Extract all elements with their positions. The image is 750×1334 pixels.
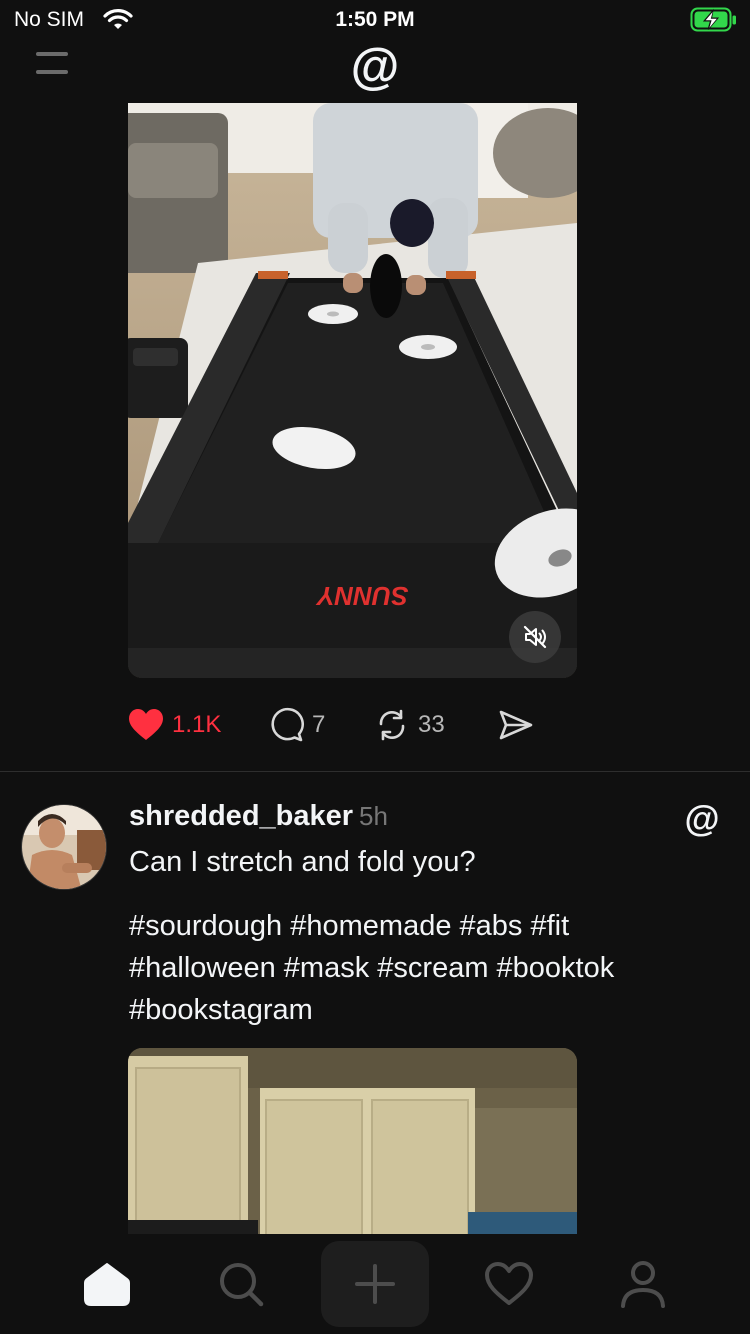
speaker-muted-icon xyxy=(523,625,547,649)
reply-button[interactable]: 7 xyxy=(268,700,325,750)
tab-profile[interactable] xyxy=(588,1234,698,1334)
repost-count: 33 xyxy=(418,711,445,738)
tab-home[interactable] xyxy=(52,1234,162,1334)
kitchen-video-frame xyxy=(128,1048,577,1238)
hashtag-link[interactable]: #abs xyxy=(460,910,523,942)
post-video[interactable]: SUNNY xyxy=(128,103,577,678)
hashtag-link[interactable]: #fit xyxy=(530,910,569,942)
status-bar: No SIM 1:50 PM xyxy=(0,0,750,42)
hamburger-icon[interactable] xyxy=(36,52,70,76)
hashtag-link[interactable]: #booktok xyxy=(497,952,615,984)
avatar[interactable] xyxy=(21,804,107,890)
hashtag-link[interactable]: #mask xyxy=(284,952,369,984)
svg-text:@: @ xyxy=(684,800,719,838)
hashtag-link[interactable]: #bookstagram xyxy=(129,994,313,1026)
username-link[interactable]: shredded_baker xyxy=(129,800,353,832)
threads-logo-icon[interactable]: @ xyxy=(350,40,400,92)
hashtag-list: #sourdough #homemade #abs #fit #hallowee… xyxy=(129,905,719,1031)
reply-count: 7 xyxy=(312,711,326,738)
like-button[interactable]: 1.1K xyxy=(128,700,221,750)
heart-filled-icon xyxy=(129,709,163,740)
tab-search[interactable] xyxy=(186,1234,296,1334)
hashtag-link[interactable]: #homemade xyxy=(290,910,451,942)
hashtag-link[interactable]: #scream xyxy=(377,952,488,984)
repost-icon xyxy=(379,709,405,741)
post-age: 5h xyxy=(359,801,388,831)
tab-activity[interactable] xyxy=(454,1234,564,1334)
share-button[interactable] xyxy=(498,700,534,750)
threads-logo-small-icon[interactable]: @ xyxy=(684,800,720,838)
treadmill-brand-text: SUNNY xyxy=(315,581,409,611)
like-count: 1.1K xyxy=(172,711,222,738)
hashtag-link[interactable]: #sourdough xyxy=(129,910,282,942)
clock: 1:50 PM xyxy=(335,8,415,31)
comment-icon xyxy=(271,707,304,742)
profile-icon xyxy=(621,1261,665,1308)
send-icon xyxy=(499,710,533,740)
mute-toggle-button[interactable] xyxy=(509,611,561,663)
post-author-line: shredded_baker 5h xyxy=(129,800,388,833)
bottom-tab-bar xyxy=(0,1234,750,1334)
heart-icon xyxy=(485,1262,533,1305)
avatar-photo xyxy=(22,805,106,889)
post-video-2[interactable] xyxy=(128,1048,577,1238)
hashtag-link[interactable]: #halloween xyxy=(129,952,276,984)
svg-text:@: @ xyxy=(351,40,400,92)
post-divider xyxy=(0,771,750,772)
tab-new-thread[interactable] xyxy=(320,1234,430,1334)
repost-button[interactable]: 33 xyxy=(374,700,445,750)
post-caption: Can I stretch and fold you? xyxy=(129,846,476,878)
search-icon xyxy=(220,1263,264,1307)
plus-icon xyxy=(355,1264,395,1304)
threads-feed-screen: No SIM 1:50 PM @ SUNNY 1.1K 7 33 shredde… xyxy=(0,0,750,1334)
battery-charging-icon xyxy=(690,7,736,32)
treadmill-video-frame: SUNNY xyxy=(128,103,577,678)
home-icon xyxy=(84,1263,130,1306)
